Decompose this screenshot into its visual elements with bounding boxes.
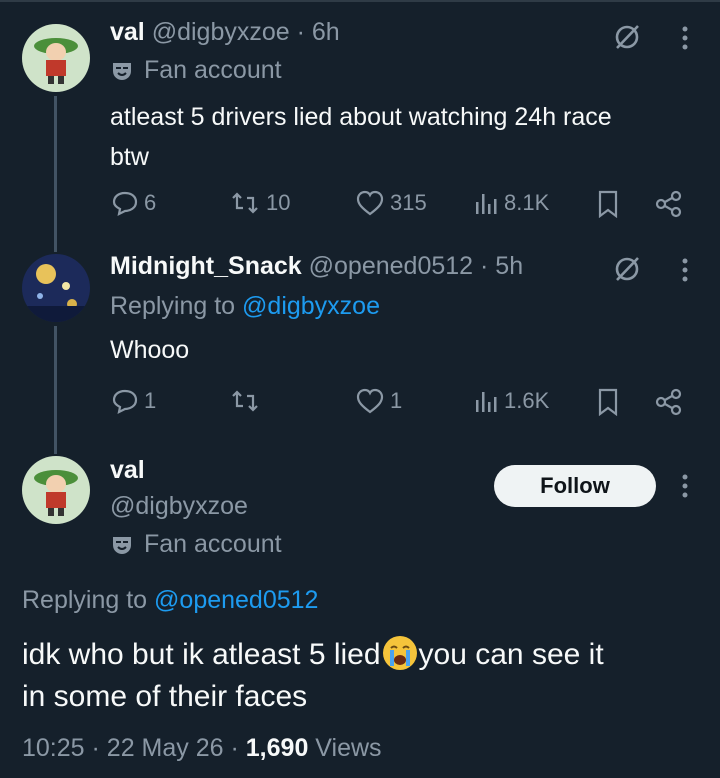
reply-icon xyxy=(112,191,138,216)
like-button[interactable]: 1 xyxy=(356,388,402,414)
handle[interactable]: @opened0512 xyxy=(309,252,473,280)
reply-count: 1 xyxy=(144,388,157,413)
more-icon[interactable] xyxy=(680,24,690,57)
tweet-text: Whooo xyxy=(110,336,190,364)
retweet-button[interactable]: 10 xyxy=(230,190,290,216)
heart-icon xyxy=(356,388,384,414)
tweet-time: 10:25 xyxy=(22,734,85,762)
top-divider xyxy=(0,0,720,2)
display-name[interactable]: val xyxy=(110,18,145,46)
retweet-icon xyxy=(232,390,258,412)
handle[interactable]: @digbyxzoe xyxy=(110,492,248,520)
tweet-text: in some of their faces xyxy=(22,680,308,713)
views-count: 1.6K xyxy=(504,388,550,413)
avatar[interactable] xyxy=(22,456,90,524)
more-icon[interactable] xyxy=(680,472,690,505)
fan-account-label: Fan account xyxy=(144,56,282,84)
reply-icon xyxy=(112,389,138,414)
handle[interactable]: @digbyxzoe xyxy=(152,18,290,46)
more-icon[interactable] xyxy=(680,256,690,289)
share-icon[interactable] xyxy=(654,190,684,223)
timestamp[interactable]: 6h xyxy=(312,18,340,46)
avatar[interactable] xyxy=(22,254,90,322)
retweet-count: 10 xyxy=(266,190,291,215)
separator: · xyxy=(230,734,239,762)
tweet-text: idk who but ik atleast 5 lied xyxy=(22,638,381,671)
separator: · xyxy=(91,734,100,762)
share-icon[interactable] xyxy=(654,388,684,421)
like-button[interactable]: 315 xyxy=(356,190,427,216)
replying-to-label: Replying to xyxy=(22,586,148,614)
timestamp[interactable]: 5h xyxy=(495,252,523,280)
analytics-icon xyxy=(476,194,497,214)
retweet-icon xyxy=(232,192,258,214)
like-count: 1 xyxy=(390,388,403,413)
grok-icon[interactable] xyxy=(612,22,642,57)
display-name[interactable]: Midnight_Snack xyxy=(110,252,302,280)
thread-line xyxy=(54,326,57,454)
reply-count: 6 xyxy=(144,190,157,215)
loudly-crying-face-icon xyxy=(382,636,417,670)
heart-icon xyxy=(356,190,384,216)
mask-icon xyxy=(113,536,131,554)
reply-button[interactable]: 1 xyxy=(112,388,156,414)
tweet-text: atleast 5 drivers lied about watching 24… xyxy=(110,103,612,131)
separator: · xyxy=(296,18,305,46)
thread-line xyxy=(54,96,57,252)
replying-to-label: Replying to xyxy=(110,292,236,320)
replying-to-handle[interactable]: @digbyxzoe xyxy=(242,292,380,320)
views-button[interactable]: 1.6K xyxy=(474,388,549,414)
analytics-icon xyxy=(476,392,497,412)
tweet-text: you can see it xyxy=(418,638,604,671)
views-count: 8.1K xyxy=(504,190,550,215)
like-count: 315 xyxy=(390,190,427,215)
grok-icon[interactable] xyxy=(612,254,642,289)
follow-button[interactable]: Follow xyxy=(494,465,656,507)
tweet-date: 22 May 26 xyxy=(106,734,224,762)
replying-to-handle[interactable]: @opened0512 xyxy=(154,586,318,614)
bookmark-icon[interactable] xyxy=(596,388,620,421)
views-count: 1,690 xyxy=(245,734,309,762)
reply-button[interactable]: 6 xyxy=(112,190,156,216)
tweet-text: btw xyxy=(110,143,149,171)
views-label: Views xyxy=(315,734,382,762)
display-name[interactable]: val xyxy=(110,456,145,484)
fan-account-label: Fan account xyxy=(144,530,282,558)
avatar[interactable] xyxy=(22,24,90,92)
separator: · xyxy=(480,252,489,280)
retweet-button[interactable] xyxy=(230,388,266,414)
views-button[interactable]: 8.1K xyxy=(474,190,549,216)
bookmark-icon[interactable] xyxy=(596,190,620,223)
mask-icon xyxy=(113,62,131,80)
